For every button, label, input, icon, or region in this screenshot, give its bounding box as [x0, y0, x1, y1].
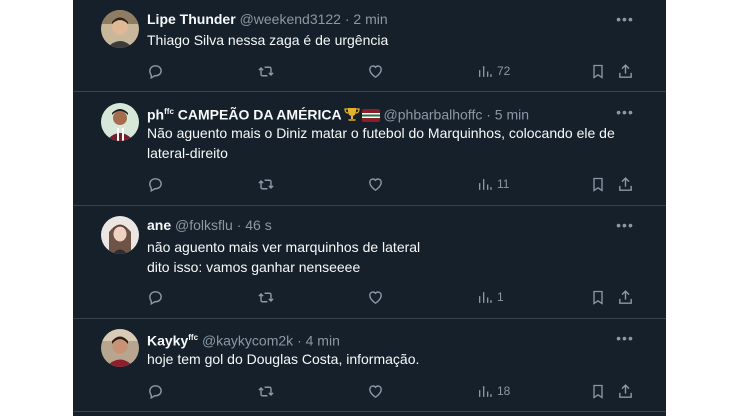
views-button[interactable]: 11 [477, 174, 509, 194]
retweet-icon [258, 179, 274, 189]
share-button[interactable] [617, 61, 634, 81]
heart-icon [369, 384, 382, 398]
more-icon[interactable]: ••• [616, 329, 634, 347]
avatar[interactable] [101, 329, 139, 367]
tweet-time[interactable]: · 5 min [486, 107, 529, 123]
tweet-text-line: hoje tem gol do Douglas Costa, informaçã… [147, 351, 420, 367]
reply-icon [149, 384, 162, 399]
views-button[interactable]: 18 [477, 381, 510, 401]
like-button[interactable] [367, 381, 384, 401]
bookmark-icon [593, 64, 603, 79]
author-name[interactable]: ane [147, 217, 171, 233]
author-name-suffix[interactable]: CAMPEÃO DA AMÉRICA [178, 107, 342, 123]
reply-button[interactable] [147, 381, 164, 401]
tweet-actions: 11 [147, 174, 647, 194]
bookmark-icon [593, 290, 603, 305]
views-icon [479, 178, 492, 190]
like-button[interactable] [367, 174, 384, 194]
author-handle[interactable]: @weekend3122 [240, 11, 341, 27]
tweet-time[interactable]: · 4 min [297, 333, 340, 349]
views-count: 72 [497, 64, 511, 78]
retweet-icon [258, 292, 274, 302]
retweet-button[interactable] [257, 287, 275, 307]
tweet[interactable]: Kaykyffc @kaykycom2k · 4 min ••• hoje te… [73, 319, 666, 412]
views-icon [479, 65, 492, 77]
tweet-text-line: não aguento mais ver marquinhos de later… [147, 239, 421, 255]
tweet-header: Kaykyffc @kaykycom2k · 4 min [147, 329, 340, 350]
author-name[interactable]: ph [147, 107, 164, 123]
share-button[interactable] [617, 174, 634, 194]
author-handle[interactable]: @kaykycom2k [202, 333, 293, 349]
tweet-text: Não aguento mais o Diniz matar o futebol… [147, 123, 642, 163]
views-count: 18 [497, 384, 511, 398]
author-handle[interactable]: @folksflu [175, 217, 233, 233]
tweet-text-line: Thiago Silva nessa zaga é de urgência [147, 32, 389, 48]
tweet-header: Lipe Thunder @weekend3122 · 2 min [147, 10, 388, 28]
share-button[interactable] [617, 381, 634, 401]
more-icon[interactable]: ••• [616, 216, 634, 234]
tweet-header: ane @folksflu · 46 s [147, 216, 272, 234]
tweet-text: Thiago Silva nessa zaga é de urgência [147, 30, 642, 50]
reply-icon [149, 290, 162, 305]
reply-button[interactable] [147, 287, 164, 307]
like-button[interactable] [367, 61, 384, 81]
tweet[interactable]: phffc CAMPEÃO DA AMÉRICA @phbarbalhoffc … [73, 92, 666, 206]
reply-button[interactable] [147, 61, 164, 81]
share-icon [619, 289, 632, 304]
tweet-time[interactable]: · 46 s [237, 217, 272, 233]
author-name[interactable]: Lipe Thunder [147, 11, 236, 27]
retweet-button[interactable] [257, 61, 275, 81]
ffc-badge: ffc [188, 333, 199, 342]
views-icon [479, 385, 492, 397]
retweet-button[interactable] [257, 381, 275, 401]
avatar[interactable] [101, 216, 139, 254]
avatar[interactable] [101, 103, 139, 141]
avatar[interactable] [101, 10, 139, 48]
like-button[interactable] [367, 287, 384, 307]
share-icon [619, 383, 632, 398]
tweet-actions: 72 [147, 61, 647, 81]
tweet[interactable]: ane @folksflu · 46 s ••• não aguento mai… [73, 206, 666, 319]
views-button[interactable]: 1 [477, 287, 504, 307]
bookmark-button[interactable] [590, 287, 606, 307]
author-name[interactable]: Kayky [147, 333, 188, 349]
tweet[interactable]: Lipe Thunder @weekend3122 · 2 min ••• Th… [73, 0, 666, 92]
bookmark-button[interactable] [590, 61, 606, 81]
tweet-text-line: dito isso: vamos ganhar nenseeee [147, 259, 361, 275]
bookmark-button[interactable] [590, 174, 606, 194]
bookmark-icon [593, 384, 603, 399]
retweet-button[interactable] [257, 174, 275, 194]
tweet-text: hoje tem gol do Douglas Costa, informaçã… [147, 349, 642, 369]
tweet-text-line: Não aguento mais o Diniz matar o futebol… [147, 125, 615, 141]
views-count: 11 [497, 177, 510, 191]
tweet-text-line: lateral-direito [147, 145, 228, 161]
ffc-badge: ffc [164, 107, 174, 116]
heart-icon [369, 290, 382, 304]
tweet-text: não aguento mais ver marquinhos de later… [147, 237, 642, 277]
tweet-actions: 18 [147, 381, 647, 401]
tweet-actions: 1 [147, 287, 647, 307]
share-icon [619, 63, 632, 78]
more-icon[interactable]: ••• [616, 103, 634, 121]
reply-icon [149, 177, 162, 192]
views-icon [479, 291, 492, 303]
divider [73, 411, 666, 412]
bookmark-button[interactable] [590, 381, 606, 401]
author-handle[interactable]: @phbarbalhoffc [384, 107, 483, 123]
reply-icon [149, 64, 162, 79]
heart-icon [369, 177, 382, 191]
timeline-feed: Lipe Thunder @weekend3122 · 2 min ••• Th… [73, 0, 666, 416]
reply-button[interactable] [147, 174, 164, 194]
share-icon [619, 176, 632, 191]
views-count: 1 [497, 290, 504, 304]
bookmark-icon [593, 177, 603, 192]
views-button[interactable]: 72 [477, 61, 510, 81]
more-icon[interactable]: ••• [616, 10, 634, 28]
heart-icon [369, 64, 382, 78]
tweet-time[interactable]: · 2 min [345, 11, 388, 27]
retweet-icon [258, 386, 274, 396]
share-button[interactable] [617, 287, 634, 307]
retweet-icon [258, 66, 274, 76]
